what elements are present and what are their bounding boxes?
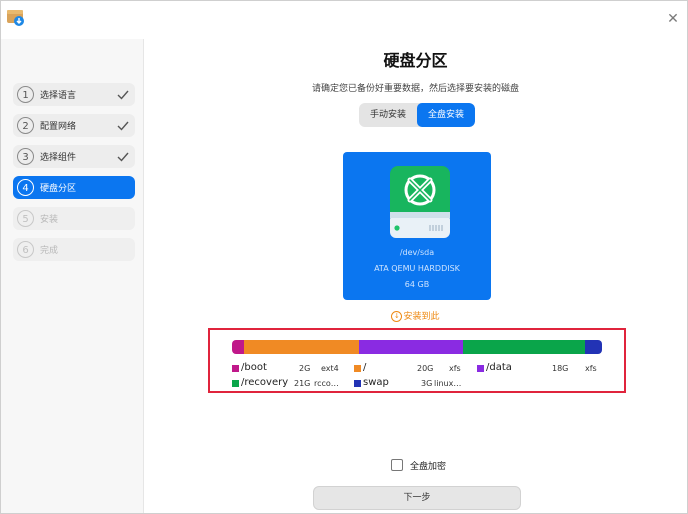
step-label: 完成 bbox=[40, 246, 59, 256]
check-icon bbox=[117, 90, 129, 100]
install-location-label: 安装到此 bbox=[403, 312, 440, 322]
sidebar-step-finish: 6 完成 bbox=[13, 238, 135, 261]
partition-panel: 硬盘分区 请确定您已备份好重要数据，然后选择要安装的磁盘 手动安装 全盘安装 /… bbox=[144, 39, 687, 513]
step-number: 3 bbox=[17, 148, 34, 165]
step-label: 选择组件 bbox=[40, 153, 77, 163]
legend-swatch bbox=[354, 380, 361, 387]
partition-fs: rcco… bbox=[314, 379, 339, 388]
sidebar-step-install: 5 安装 bbox=[13, 207, 135, 230]
step-number: 2 bbox=[17, 117, 34, 134]
partition-segment-swap bbox=[584, 340, 602, 354]
hard-disk-icon bbox=[390, 166, 450, 238]
partition-fs: xfs bbox=[449, 364, 461, 373]
partition-size: 3G bbox=[421, 379, 433, 388]
tab-manual-install[interactable]: 手动安装 bbox=[359, 103, 417, 127]
legend-recovery: /recovery 21G rcco… bbox=[232, 377, 347, 391]
legend-swatch bbox=[477, 365, 484, 372]
partition-name: /recovery bbox=[241, 377, 289, 388]
sidebar-step-components[interactable]: 3 选择组件 bbox=[13, 145, 135, 168]
partition-size: 18G bbox=[552, 364, 569, 373]
partition-size: 21G bbox=[294, 379, 311, 388]
legend-swatch bbox=[232, 380, 239, 387]
sidebar-step-partition[interactable]: 4 硬盘分区 bbox=[13, 176, 135, 199]
step-sidebar: 1 选择语言 2 配置网络 3 选择组件 4 硬盘分区 5 安装 6 完成 bbox=[1, 39, 144, 513]
partition-name: /boot bbox=[241, 362, 267, 373]
encryption-checkbox[interactable] bbox=[391, 459, 403, 471]
partition-usage-bar bbox=[232, 340, 602, 354]
disk-path: /dev/sda bbox=[399, 248, 435, 257]
close-icon[interactable]: ✕ bbox=[665, 11, 681, 27]
step-label: 硬盘分区 bbox=[40, 184, 77, 194]
legend-data: /data 18G xfs bbox=[477, 362, 602, 376]
partition-segment-root bbox=[243, 340, 360, 354]
install-location-note: ↓ 安装到此 bbox=[144, 309, 687, 322]
installer-window: ✕ 1 选择语言 2 配置网络 3 选择组件 4 硬盘分区 5 安装 6 完成 bbox=[0, 0, 688, 514]
step-number: 4 bbox=[17, 179, 34, 196]
partition-name: /data bbox=[486, 362, 512, 373]
legend-root: / 20G xfs bbox=[354, 362, 464, 376]
tab-full-disk-install[interactable]: 全盘安装 bbox=[417, 103, 475, 127]
install-mode-switch: 手动安装 全盘安装 bbox=[359, 103, 475, 127]
legend-swatch bbox=[232, 365, 239, 372]
disk-model: ATA QEMU HARDDISK bbox=[374, 264, 460, 273]
step-number: 1 bbox=[17, 86, 34, 103]
page-subtitle: 请确定您已备份好重要数据，然后选择要安装的磁盘 bbox=[311, 84, 519, 94]
step-number: 5 bbox=[17, 210, 34, 227]
disk-card[interactable]: /dev/sda ATA QEMU HARDDISK 64 GB bbox=[343, 152, 491, 300]
disk-size: 64 GB bbox=[404, 280, 430, 289]
page-title: 硬盘分区 bbox=[383, 51, 448, 70]
partition-fs: xfs bbox=[585, 364, 597, 373]
partition-name: / bbox=[363, 362, 367, 373]
partition-segment-boot bbox=[232, 340, 244, 354]
sidebar-step-language[interactable]: 1 选择语言 bbox=[13, 83, 135, 106]
legend-boot: /boot 2G ext4 bbox=[232, 362, 342, 376]
sidebar-step-network[interactable]: 2 配置网络 bbox=[13, 114, 135, 137]
legend-swap: swap 3G linux… bbox=[354, 377, 469, 391]
step-label: 选择语言 bbox=[40, 91, 77, 101]
partition-fs: ext4 bbox=[321, 364, 339, 373]
check-icon bbox=[117, 121, 129, 131]
encryption-label: 全盘加密 bbox=[410, 461, 447, 472]
partition-name: swap bbox=[363, 377, 389, 388]
step-label: 配置网络 bbox=[40, 122, 77, 132]
partition-segment-recovery bbox=[463, 340, 585, 354]
partition-size: 20G bbox=[417, 364, 434, 373]
next-button[interactable]: 下一步 bbox=[313, 486, 521, 510]
step-number: 6 bbox=[17, 241, 34, 258]
step-label: 安装 bbox=[40, 215, 59, 225]
download-icon: ↓ bbox=[391, 311, 403, 322]
partition-size: 2G bbox=[299, 364, 311, 373]
full-disk-encryption-option[interactable]: 全盘加密 bbox=[391, 458, 446, 472]
partition-fs: linux… bbox=[434, 379, 462, 388]
installer-box-icon bbox=[7, 10, 24, 26]
partition-segment-data bbox=[359, 340, 464, 354]
check-icon bbox=[117, 152, 129, 162]
title-bar: ✕ bbox=[1, 1, 687, 39]
legend-swatch bbox=[354, 365, 361, 372]
